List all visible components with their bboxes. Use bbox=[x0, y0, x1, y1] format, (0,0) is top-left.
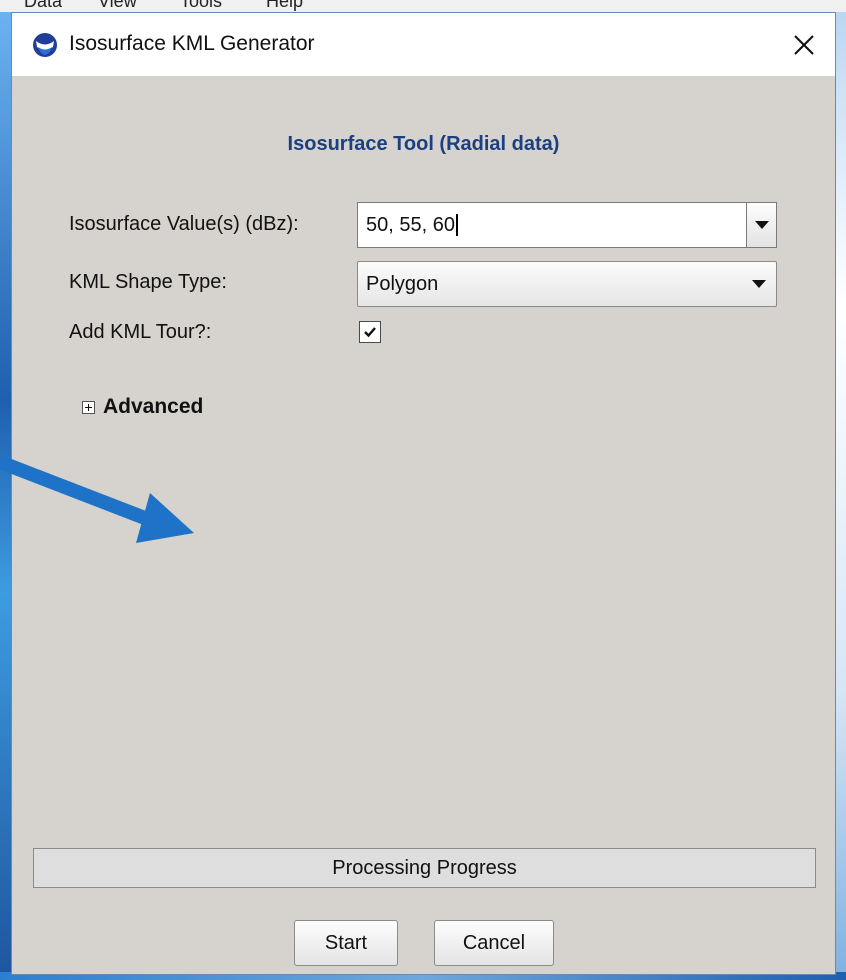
dialog-titlebar[interactable]: Isosurface KML Generator bbox=[12, 13, 835, 76]
background-menu-item[interactable]: Help bbox=[266, 0, 303, 12]
expand-plus-icon bbox=[82, 400, 95, 414]
start-button[interactable]: Start bbox=[294, 920, 398, 966]
kml-shape-type-select[interactable]: Polygon bbox=[357, 261, 777, 307]
isosurface-values-combobox[interactable]: 50, 55, 60 bbox=[357, 202, 777, 248]
progress-label: Processing Progress bbox=[332, 856, 517, 879]
isosurface-values-label: Isosurface Value(s) (dBz): bbox=[69, 213, 299, 235]
isosurface-values-input[interactable]: 50, 55, 60 bbox=[366, 214, 458, 236]
tool-heading: Isosurface Tool (Radial data) bbox=[287, 133, 560, 155]
add-kml-tour-label: Add KML Tour?: bbox=[69, 321, 212, 343]
noaa-logo-icon bbox=[32, 32, 58, 58]
cancel-button[interactable]: Cancel bbox=[434, 920, 554, 966]
add-kml-tour-checkbox[interactable] bbox=[359, 321, 381, 343]
background-menu-item[interactable]: View bbox=[98, 0, 137, 12]
chevron-down-icon bbox=[754, 221, 769, 229]
background-menu-item[interactable]: Tools bbox=[180, 0, 222, 12]
background-menu-item[interactable]: Data bbox=[24, 0, 62, 12]
close-button[interactable] bbox=[782, 25, 826, 65]
advanced-expander[interactable]: Advanced bbox=[82, 395, 203, 419]
close-icon bbox=[794, 35, 814, 55]
background-menubar: Data View Tools Help bbox=[0, 0, 846, 12]
checkmark-icon bbox=[364, 327, 376, 338]
chevron-down-icon bbox=[752, 280, 766, 288]
background-window-edge-right bbox=[836, 12, 846, 980]
dialog-title: Isosurface KML Generator bbox=[69, 32, 315, 55]
processing-progress-bar: Processing Progress bbox=[33, 848, 816, 888]
advanced-label: Advanced bbox=[103, 395, 204, 418]
isosurface-values-dropdown-button[interactable] bbox=[746, 203, 776, 247]
isosurface-dialog: Isosurface KML Generator Isosurface Tool… bbox=[11, 12, 836, 975]
kml-shape-type-value: Polygon bbox=[366, 273, 439, 295]
kml-shape-type-label: KML Shape Type: bbox=[69, 271, 227, 293]
